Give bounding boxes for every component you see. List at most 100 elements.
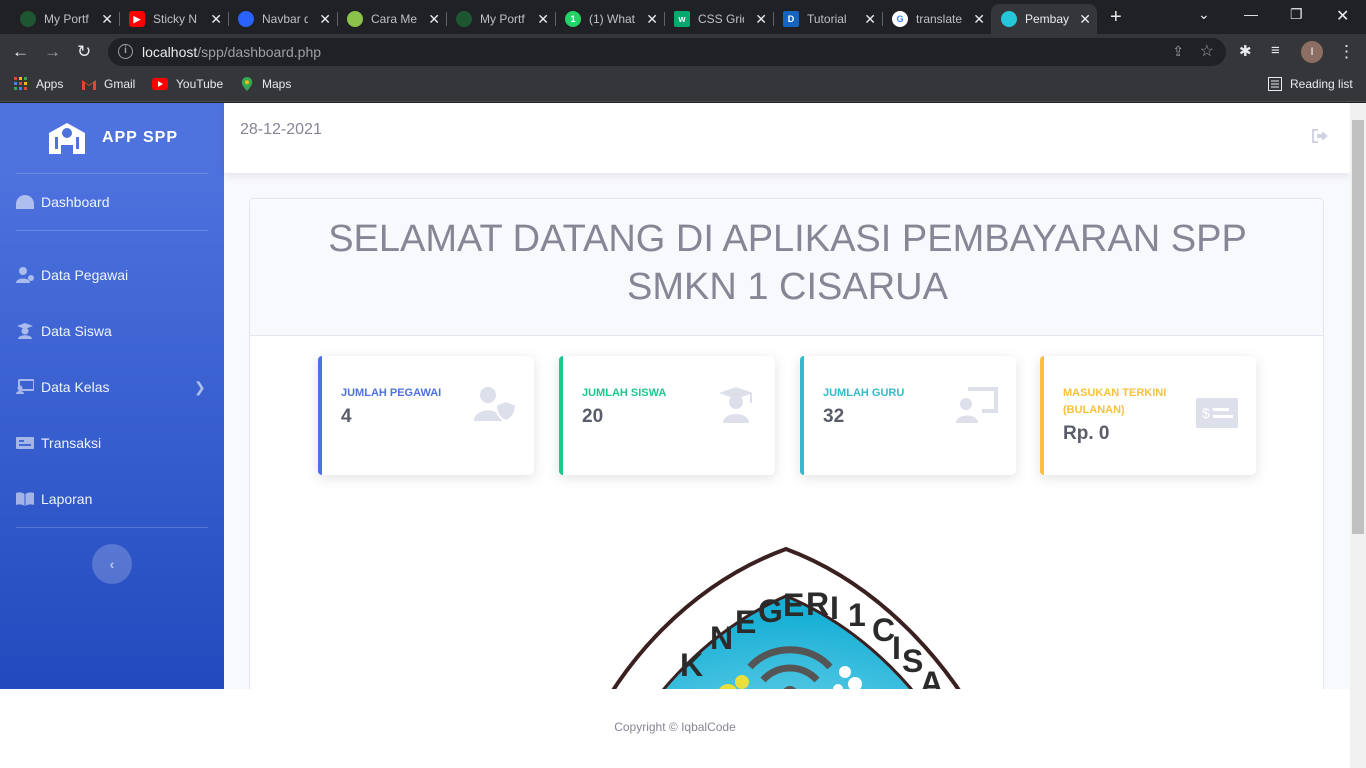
current-date: 28-12-2021 — [240, 121, 322, 138]
scrollbar-thumb[interactable] — [1352, 120, 1364, 534]
bookmark-gmail[interactable]: Gmail — [82, 77, 135, 91]
close-tab-icon[interactable]: ✕ — [428, 11, 440, 28]
tab-title: My Portf — [480, 12, 525, 26]
url-path: /spp/dashboard.php — [197, 44, 322, 60]
sidebar-brand[interactable]: APP SPP — [0, 103, 224, 173]
media-control-icon[interactable]: ≡ — [1271, 42, 1280, 59]
bookmark-star-icon[interactable]: ☆ — [1200, 41, 1214, 61]
tab-title: Cara Me — [371, 12, 417, 26]
browser-tab[interactable]: ▶ Sticky N ✕ — [119, 4, 229, 34]
bookmark-maps[interactable]: Maps — [240, 77, 291, 91]
forward-button[interactable]: → — [44, 42, 61, 62]
bookmark-label: Apps — [36, 77, 64, 91]
chalkboard-icon — [16, 379, 34, 394]
tab-title: Sticky N — [153, 12, 198, 26]
stat-value: 4 — [341, 406, 352, 427]
restore-button[interactable]: ❐ — [1290, 6, 1303, 23]
stat-label: JUMLAH SISWA — [582, 387, 667, 399]
site-info-icon[interactable]: i — [118, 44, 133, 59]
browser-tab[interactable]: My Portf ✕ — [446, 4, 556, 34]
sidebar-item-transaksi[interactable]: Transaksi — [16, 435, 101, 451]
browser-tab[interactable]: D Tutorial ✕ — [773, 4, 883, 34]
close-tab-icon[interactable]: ✕ — [864, 11, 876, 28]
tab-title: Tutorial — [807, 12, 847, 26]
reading-list-button[interactable]: Reading list — [1268, 77, 1353, 91]
stat-value: 20 — [582, 406, 604, 427]
whatsapp-icon: 1 — [565, 11, 581, 27]
close-tab-icon[interactable]: ✕ — [1079, 11, 1091, 28]
browser-tab-active[interactable]: Pembay ✕ — [991, 4, 1097, 34]
tab-title: (1) What — [589, 12, 635, 26]
browser-tab[interactable]: Cara Me ✕ — [337, 4, 447, 34]
sidebar-item-data-kelas[interactable]: Data Kelas ❯ — [16, 379, 206, 395]
sidebar-item-data-siswa[interactable]: Data Siswa — [16, 323, 112, 339]
close-tab-icon[interactable]: ✕ — [646, 11, 658, 28]
stat-card-pegawai: JUMLAH PEGAWAI 4 — [318, 356, 534, 475]
sidebar-item-label: Transaksi — [41, 435, 102, 451]
welcome-line-2: SMKN 1 CISARUA — [627, 266, 948, 308]
welcome-title: SELAMAT DATANG DI APLIKASI PEMBAYARAN SP… — [250, 199, 1323, 311]
sidebar-item-data-pegawai[interactable]: Data Pegawai — [16, 267, 128, 283]
close-tab-icon[interactable]: ✕ — [210, 11, 222, 28]
gmail-icon — [82, 80, 96, 90]
reload-button[interactable]: ↻ — [77, 42, 91, 62]
browser-menu-icon[interactable]: ⋮ — [1338, 42, 1355, 62]
browser-tab[interactable]: My Portf ✕ — [10, 4, 120, 34]
money-check-icon: $ — [1196, 398, 1238, 428]
tab-favicon-icon: D — [783, 11, 799, 27]
sidebar-item-label: Data Siswa — [41, 323, 112, 339]
sidebar-divider — [16, 527, 208, 528]
stat-card-siswa: JUMLAH SISWA 20 — [559, 356, 775, 475]
bookmark-apps[interactable]: Apps — [14, 77, 63, 91]
stat-accent — [559, 356, 563, 475]
back-button[interactable]: ← — [12, 42, 29, 62]
close-tab-icon[interactable]: ✕ — [755, 11, 767, 28]
bookmarks-bar: Apps Gmail YouTube Maps Reading list — [0, 70, 1366, 102]
sidebar-item-label: Laporan — [41, 491, 93, 507]
page-scrollbar[interactable] — [1350, 103, 1366, 768]
minimize-button[interactable]: — — [1244, 6, 1258, 22]
url-text[interactable]: localhost/spp/dashboard.php — [142, 44, 321, 60]
stat-card-masukan: MASUKAN TERKINI (BULANAN) Rp. 0 $ — [1040, 356, 1256, 475]
tab-favicon-icon — [20, 11, 36, 27]
stat-accent — [1040, 356, 1044, 475]
logout-icon[interactable] — [1312, 129, 1328, 148]
share-icon[interactable]: ⇪ — [1172, 43, 1184, 60]
close-tab-icon[interactable]: ✕ — [101, 11, 113, 28]
browser-tab[interactable]: w CSS Grid ✕ — [664, 4, 774, 34]
stat-value: Rp. 0 — [1063, 423, 1110, 444]
close-tab-icon[interactable]: ✕ — [319, 11, 331, 28]
welcome-line-1: SELAMAT DATANG DI APLIKASI PEMBAYARAN SP… — [328, 218, 1247, 260]
close-window-button[interactable]: ✕ — [1336, 6, 1349, 26]
browser-tab[interactable]: Navbar d ✕ — [228, 4, 338, 34]
page-viewport: APP SPP Dashboard Data Pegawai Data Sisw… — [0, 103, 1366, 768]
tab-title: Navbar d — [262, 12, 308, 26]
close-tab-icon[interactable]: ✕ — [537, 11, 549, 28]
sidebar-item-dashboard[interactable]: Dashboard — [16, 194, 110, 210]
stat-label: JUMLAH GURU — [823, 387, 905, 399]
extensions-icon[interactable]: ✱ — [1239, 42, 1252, 60]
url-host: localhost — [142, 44, 198, 60]
school-icon — [48, 123, 85, 154]
user-graduate-icon — [17, 323, 33, 339]
welcome-card: SELAMAT DATANG DI APLIKASI PEMBAYARAN SP… — [249, 198, 1324, 768]
close-tab-icon[interactable]: ✕ — [973, 11, 985, 28]
reading-list-icon — [1268, 77, 1282, 91]
stat-value: 32 — [823, 406, 845, 427]
browser-tab[interactable]: Gtranslate ✕ — [882, 4, 991, 34]
profile-avatar[interactable]: I — [1301, 41, 1323, 63]
browser-toolbar: ← → ↻ i localhost/spp/dashboard.php ⇪ ☆ … — [0, 34, 1366, 70]
new-tab-button[interactable]: + — [1110, 6, 1122, 29]
maps-pin-icon — [241, 77, 253, 91]
google-icon: G — [892, 11, 908, 27]
reading-list-label: Reading list — [1290, 77, 1353, 91]
sidebar-toggle-button[interactable]: ‹ — [92, 544, 132, 584]
stat-label: MASUKAN TERKINI (BULANAN) — [1063, 387, 1167, 416]
bookmark-youtube[interactable]: YouTube — [152, 77, 223, 91]
money-check-icon — [16, 437, 34, 449]
address-bar[interactable]: i localhost/spp/dashboard.php ⇪ ☆ — [108, 38, 1226, 66]
sidebar-divider — [16, 230, 208, 231]
browser-tab[interactable]: 1 (1) What ✕ — [555, 4, 665, 34]
tab-search-icon[interactable]: ⌄ — [1198, 6, 1210, 23]
sidebar-item-laporan[interactable]: Laporan — [16, 491, 92, 507]
